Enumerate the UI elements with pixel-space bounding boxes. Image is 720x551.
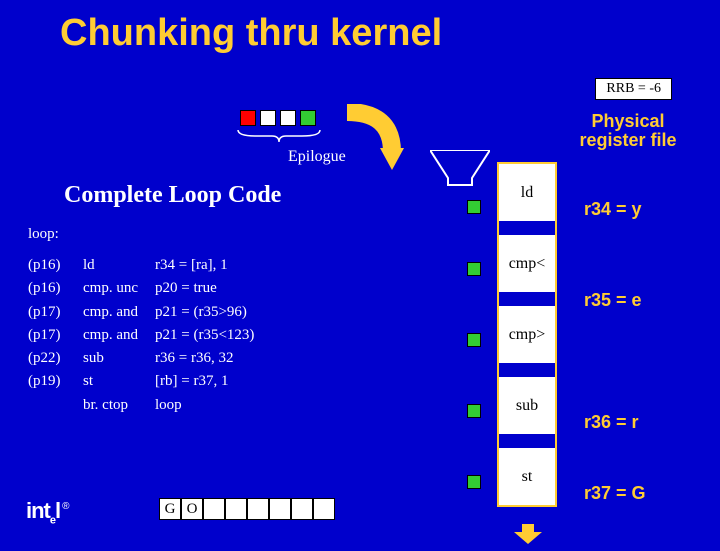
output-buffer-row: G O [159,498,335,520]
stage-box: ld [499,164,555,221]
code-row: (p16)ldr34 = [ra], 1 [28,254,254,277]
prf-title-line1: Physical [591,111,664,131]
legend-square-white [260,110,276,126]
reg-label: r37 = G [584,483,646,504]
code-block: (p16)ldr34 = [ra], 1 (p16)cmp. uncp20 = … [28,254,254,417]
stage-color-legend [240,110,316,126]
stage-box: cmp< [499,235,555,292]
buffer-cell [313,498,335,520]
code-row: (p16)cmp. uncp20 = true [28,277,254,300]
token-square-green [467,475,481,489]
epilogue-label: Epilogue [288,148,346,166]
flow-arrow-icon [342,104,402,179]
token-square-green [467,333,481,347]
code-row: (p17)cmp. andp21 = (r35<123) [28,324,254,347]
prf-title-line2: register file [579,130,676,150]
reg-label: r34 = y [584,199,642,220]
token-square-green [467,404,481,418]
prf-pipeline: ld cmp< cmp> sub st [497,162,557,507]
reg-label: r36 = r [584,412,639,433]
buffer-cell [203,498,225,520]
legend-square-green [300,110,316,126]
stage-box: sub [499,377,555,434]
code-row: (p17)cmp. andp21 = (r35>96) [28,301,254,324]
legend-square-white [280,110,296,126]
buffer-cell [291,498,313,520]
buffer-cell [269,498,291,520]
loop-label: loop: [28,226,59,243]
buffer-cell [225,498,247,520]
reg-label: r35 = e [584,290,642,311]
stage-box: st [499,448,555,505]
token-square-green [467,200,481,214]
funnel-icon [430,150,490,193]
intel-logo: intel® [26,498,69,526]
buffer-cell: O [181,498,203,520]
prf-title: Physical register file [548,112,708,150]
buffer-cell: G [159,498,181,520]
output-arrow-icon [514,524,542,551]
rrb-value-box: RRB = -6 [595,78,672,100]
code-row: br. ctoploop [28,394,254,417]
slide-title: Chunking thru kernel [60,12,442,55]
code-row: (p22)subr36 = r36, 32 [28,347,254,370]
stage-box: cmp> [499,306,555,363]
code-subtitle: Complete Loop Code [64,182,281,209]
buffer-cell [247,498,269,520]
epilogue-brace [238,128,320,142]
legend-square-red [240,110,256,126]
code-row: (p19)st[rb] = r37, 1 [28,370,254,393]
token-square-green [467,262,481,276]
